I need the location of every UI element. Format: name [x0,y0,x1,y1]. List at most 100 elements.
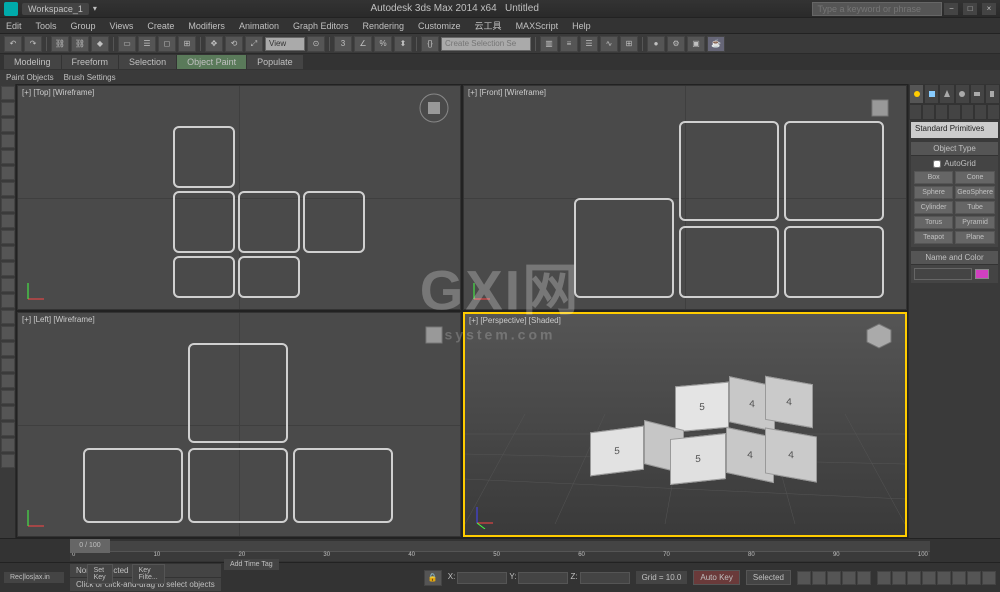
btn-tube[interactable]: Tube [955,201,995,214]
ribbon-sub-paintobjects[interactable]: Paint Objects [6,73,54,82]
ribbon-tab-objectpaint[interactable]: Object Paint [177,55,246,69]
undo-button[interactable]: ↶ [4,36,22,52]
pan-button[interactable] [877,571,891,585]
time-ruler[interactable]: 0102030405060708090100 [70,551,930,561]
zoom-extents-button[interactable] [907,571,921,585]
zoom-button[interactable] [892,571,906,585]
scale-button[interactable]: ⤢ [245,36,263,52]
viewcube-persp[interactable] [863,320,895,352]
viewcube-front[interactable] [864,92,896,124]
btn-sphere[interactable]: Sphere [914,186,953,199]
menu-group[interactable]: Group [71,21,96,31]
cmd-tab-hierarchy[interactable] [939,84,954,104]
material-button[interactable]: ● [647,36,665,52]
vp-persp-label[interactable]: [+] [Perspective] [Shaded] [469,316,561,325]
btn-plane[interactable]: Plane [955,231,995,244]
viewport-top[interactable]: [+] [Top] [Wireframe] [17,85,461,310]
redo-button[interactable]: ↷ [24,36,42,52]
keyfilters-button[interactable]: Key Filte... [132,564,165,584]
viewport-perspective[interactable]: [+] [Perspective] [Shaded] 5 4 4 5 [463,312,907,537]
object-color-swatch[interactable] [975,269,989,279]
percent-snap-button[interactable]: % [374,36,392,52]
minimize-button[interactable]: − [944,3,958,15]
lt-btn-3[interactable] [1,118,15,132]
selected-button[interactable]: Selected [746,570,791,585]
lt-btn-9[interactable] [1,214,15,228]
app-logo-icon[interactable] [4,2,18,16]
viewcube-left[interactable] [418,319,450,351]
lt-btn-7[interactable] [1,182,15,196]
viewport-left[interactable]: [+] [Left] [Wireframe] [17,312,461,537]
snap-button[interactable]: 3 [334,36,352,52]
menu-views[interactable]: Views [110,21,134,31]
layers-button[interactable]: ☰ [580,36,598,52]
vp-top-label[interactable]: [+] [Top] [Wireframe] [22,88,94,97]
cmd-sub-systems[interactable] [987,104,1000,120]
btn-geosphere[interactable]: GeoSphere [955,186,995,199]
menu-tools[interactable]: Tools [36,21,57,31]
fov-button[interactable] [952,571,966,585]
refcoord-dropdown[interactable] [265,37,305,51]
btn-teapot[interactable]: Teapot [914,231,953,244]
close-button[interactable]: × [982,3,996,15]
help-search-input[interactable] [812,2,942,16]
cmd-tab-display[interactable] [970,84,985,104]
menu-rendering[interactable]: Rendering [363,21,405,31]
lt-btn-21[interactable] [1,406,15,420]
lt-btn-18[interactable] [1,358,15,372]
select-region-button[interactable]: ◻ [158,36,176,52]
cmd-sub-shapes[interactable] [922,104,935,120]
lt-btn-13[interactable] [1,278,15,292]
orbit-button[interactable] [922,571,936,585]
cmd-tab-motion[interactable] [955,84,970,104]
ribbon-tab-populate[interactable]: Populate [247,55,303,69]
btn-box[interactable]: Box [914,171,953,184]
time-slider-thumb[interactable]: 0 / 100 [70,539,110,553]
unlink-button[interactable]: ⛓ [71,36,89,52]
lt-btn-20[interactable] [1,390,15,404]
link-button[interactable]: ⛓ [51,36,69,52]
cmd-tab-modify[interactable] [924,84,939,104]
move-button[interactable]: ✥ [205,36,223,52]
ribbon-tab-selection[interactable]: Selection [119,55,176,69]
lt-btn-22[interactable] [1,422,15,436]
viewport-front[interactable]: [+] [Front] [Wireframe] [463,85,907,310]
lt-btn-24[interactable] [1,454,15,468]
spinner-snap-button[interactable]: ⬍ [394,36,412,52]
lt-btn-17[interactable] [1,342,15,356]
render-frame-button[interactable]: ▣ [687,36,705,52]
goto-start-button[interactable] [797,571,811,585]
rotate-button[interactable]: ⟲ [225,36,243,52]
lt-btn-15[interactable] [1,310,15,324]
btn-pyramid[interactable]: Pyramid [955,216,995,229]
zoom-all-button[interactable] [967,571,981,585]
lt-btn-11[interactable] [1,246,15,260]
lt-btn-2[interactable] [1,102,15,116]
coord-y-input[interactable] [518,572,568,584]
btn-cone[interactable]: Cone [955,171,995,184]
menu-grapheditors[interactable]: Graph Editors [293,21,349,31]
prev-frame-button[interactable] [812,571,826,585]
ribbon-sub-brushsettings[interactable]: Brush Settings [64,73,116,82]
menu-help[interactable]: Help [572,21,591,31]
viewcube-top[interactable] [418,92,450,124]
vp-left-label[interactable]: [+] [Left] [Wireframe] [22,315,95,324]
rollout-namecolor-header[interactable]: Name and Color [911,251,998,265]
schematic-button[interactable]: ⊞ [620,36,638,52]
cmd-sub-geometry[interactable] [909,104,922,120]
coord-z-input[interactable] [580,572,630,584]
btn-cylinder[interactable]: Cylinder [914,201,953,214]
time-slider[interactable]: 0 / 100 [70,541,930,551]
setkey-button[interactable]: Set Key [87,564,113,584]
pivot-button[interactable]: ⊙ [307,36,325,52]
workspace-dropdown[interactable]: Workspace_1 [22,3,89,15]
coord-x-input[interactable] [457,572,507,584]
bind-button[interactable]: ◆ [91,36,109,52]
menu-maxscript[interactable]: MAXScript [516,21,559,31]
cmd-sub-cameras[interactable] [948,104,961,120]
menu-create[interactable]: Create [147,21,174,31]
render-button[interactable]: ☕ [707,36,725,52]
cmd-sub-spacewarps[interactable] [974,104,987,120]
lt-btn-10[interactable] [1,230,15,244]
curve-editor-button[interactable]: ∿ [600,36,618,52]
